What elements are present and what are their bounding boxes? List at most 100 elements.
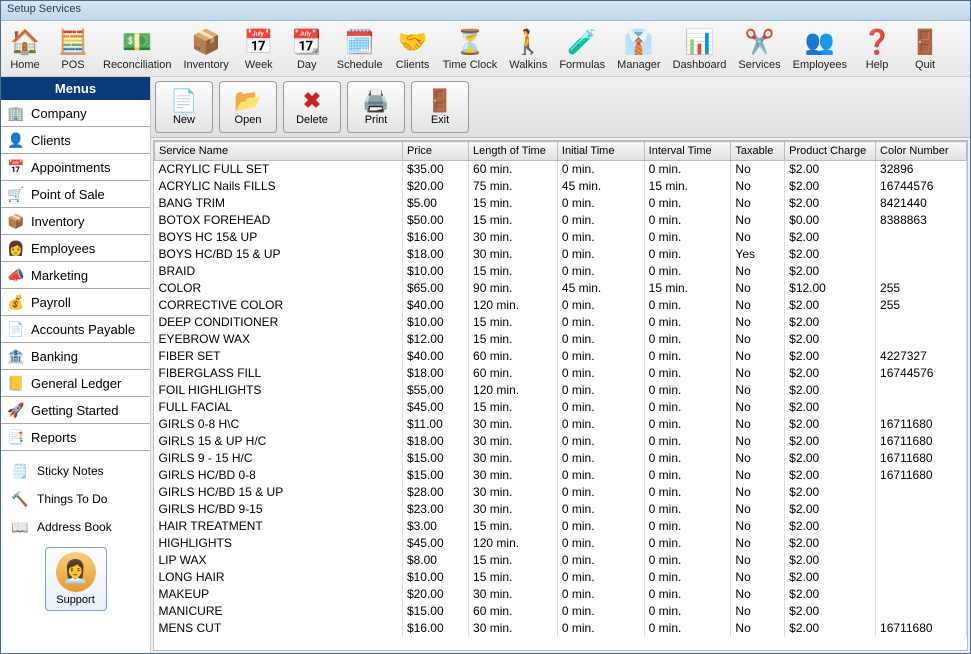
- sidebar-item-banking[interactable]: 🏦Banking: [1, 343, 150, 370]
- toolbar-dashboard[interactable]: 📊Dashboard: [667, 21, 733, 76]
- toolbar-employees[interactable]: 👥Employees: [787, 21, 853, 76]
- table-row[interactable]: BANG TRIM$5.0015 min.0 min.0 min.No$2.00…: [155, 195, 967, 212]
- reconciliation-icon: 💵: [121, 26, 153, 58]
- cell: No: [731, 569, 785, 586]
- toolbar-manager[interactable]: 👔Manager: [611, 21, 666, 76]
- toolbar-clients[interactable]: 🤝Clients: [389, 21, 437, 76]
- toolbar-formulas[interactable]: 🧪Formulas: [553, 21, 611, 76]
- toolbar-services[interactable]: ✂️Services: [732, 21, 786, 76]
- sidebar-item-marketing[interactable]: 📣Marketing: [1, 262, 150, 289]
- table-row[interactable]: CORRECTIVE COLOR$40.00120 min.0 min.0 mi…: [155, 297, 967, 314]
- sidebar-item-reports[interactable]: 📑Reports: [1, 424, 150, 451]
- cell: $50.00: [402, 212, 468, 229]
- sidebar-item-appointments[interactable]: 📅Appointments: [1, 154, 150, 181]
- new-button[interactable]: 📄New: [155, 81, 213, 133]
- cell: [876, 399, 967, 416]
- table-row[interactable]: MANICURE$15.0060 min.0 min.0 min.No$2.00: [155, 603, 967, 620]
- toolbar-help[interactable]: ❓Help: [853, 21, 901, 76]
- column-header[interactable]: Initial Time: [557, 142, 644, 161]
- table-row[interactable]: MAKEUP$20.0030 min.0 min.0 min.No$2.00: [155, 586, 967, 603]
- toolbar-timeclock[interactable]: ⏳Time Clock: [437, 21, 504, 76]
- toolbar-week[interactable]: 📅Week: [235, 21, 283, 76]
- cell: $2.00: [785, 501, 876, 518]
- cell: No: [731, 178, 785, 195]
- inventory-icon: 📦: [190, 26, 222, 58]
- table-row[interactable]: GIRLS HC/BD 9-15$23.0030 min.0 min.0 min…: [155, 501, 967, 518]
- sidebar: Menus 🏢Company👤Clients📅Appointments🛒Poin…: [1, 77, 151, 653]
- sidebar-item-general-ledger[interactable]: 📒General Ledger: [1, 370, 150, 397]
- cell: 0 min.: [557, 535, 644, 552]
- open-button[interactable]: 📂Open: [219, 81, 277, 133]
- sidebar-util-address-book[interactable]: 📖Address Book: [1, 513, 150, 541]
- table-row[interactable]: HIGHLIGHTS$45.00120 min.0 min.0 min.No$2…: [155, 535, 967, 552]
- toolbar-home[interactable]: 🏠Home: [1, 21, 49, 76]
- sidebar-item-company[interactable]: 🏢Company: [1, 100, 150, 127]
- cell: $2.00: [785, 569, 876, 586]
- table-row[interactable]: BRAID$10.0015 min.0 min.0 min.No$2.00: [155, 263, 967, 280]
- sidebar-util-things-to-do[interactable]: 🔨Things To Do: [1, 485, 150, 513]
- table-row[interactable]: MENS CUT$16.0030 min.0 min.0 min.No$2.00…: [155, 620, 967, 637]
- column-header[interactable]: Service Name: [155, 142, 403, 161]
- sidebar-util-sticky-notes[interactable]: 🗒️Sticky Notes: [1, 457, 150, 485]
- sidebar-item-clients[interactable]: 👤Clients: [1, 127, 150, 154]
- column-header[interactable]: Product Charge: [785, 142, 876, 161]
- sidebar-item-employees[interactable]: 👩Employees: [1, 235, 150, 262]
- cell: 15 min.: [469, 314, 558, 331]
- cell: GIRLS HC/BD 0-8: [155, 467, 403, 484]
- table-row[interactable]: ACRYLIC FULL SET$35.0060 min.0 min.0 min…: [155, 161, 967, 178]
- column-header[interactable]: Price: [402, 142, 468, 161]
- table-row[interactable]: EYEBROW WAX$12.0015 min.0 min.0 min.No$2…: [155, 331, 967, 348]
- column-header[interactable]: Length of Time: [469, 142, 558, 161]
- sidebar-item-accounts-payable[interactable]: 📄Accounts Payable: [1, 316, 150, 343]
- cell: 30 min.: [469, 450, 558, 467]
- toolbar-reconciliation[interactable]: 💵Reconciliation: [97, 21, 177, 76]
- table-row[interactable]: BOYS HC 15& UP$16.0030 min.0 min.0 min.N…: [155, 229, 967, 246]
- toolbar-schedule[interactable]: 🗓️Schedule: [331, 21, 389, 76]
- cell: [876, 314, 967, 331]
- table-row[interactable]: GIRLS 15 & UP H/C$18.0030 min.0 min.0 mi…: [155, 433, 967, 450]
- services-table-container[interactable]: Service NamePriceLength of TimeInitial T…: [153, 140, 968, 651]
- table-row[interactable]: FULL FACIAL$45.0015 min.0 min.0 min.No$2…: [155, 399, 967, 416]
- toolbar-inventory[interactable]: 📦Inventory: [177, 21, 234, 76]
- table-row[interactable]: FIBER SET$40.0060 min.0 min.0 min.No$2.0…: [155, 348, 967, 365]
- cell: FIBERGLASS FILL: [155, 365, 403, 382]
- column-header[interactable]: Color Number: [876, 142, 967, 161]
- table-row[interactable]: GIRLS 0-8 H\C$11.0030 min.0 min.0 min.No…: [155, 416, 967, 433]
- cell: $11.00: [402, 416, 468, 433]
- table-row[interactable]: GIRLS 9 - 15 H/C$15.0030 min.0 min.0 min…: [155, 450, 967, 467]
- cell: 15 min.: [644, 280, 731, 297]
- cell: No: [731, 416, 785, 433]
- cell: 255: [876, 297, 967, 314]
- table-row[interactable]: GIRLS HC/BD 0-8$15.0030 min.0 min.0 min.…: [155, 467, 967, 484]
- table-row[interactable]: BOYS HC/BD 15 & UP$18.0030 min.0 min.0 m…: [155, 246, 967, 263]
- table-row[interactable]: FOIL HIGHLIGHTS$55.00120 min.0 min.0 min…: [155, 382, 967, 399]
- table-row[interactable]: BOTOX FOREHEAD$50.0015 min.0 min.0 min.N…: [155, 212, 967, 229]
- cell: $2.00: [785, 433, 876, 450]
- table-row[interactable]: HAIR TREATMENT$3.0015 min.0 min.0 min.No…: [155, 518, 967, 535]
- exit-button[interactable]: 🚪Exit: [411, 81, 469, 133]
- toolbar-quit[interactable]: 🚪Quit: [901, 21, 949, 76]
- table-row[interactable]: DEEP CONDITIONER$10.0015 min.0 min.0 min…: [155, 314, 967, 331]
- banking-icon: 🏦: [7, 348, 25, 364]
- delete-button[interactable]: ✖Delete: [283, 81, 341, 133]
- cell: 0 min.: [557, 263, 644, 280]
- table-row[interactable]: ACRYLIC Nails FILLS$20.0075 min.45 min.1…: [155, 178, 967, 195]
- table-row[interactable]: GIRLS HC/BD 15 & UP$28.0030 min.0 min.0 …: [155, 484, 967, 501]
- sidebar-item-payroll[interactable]: 💰Payroll: [1, 289, 150, 316]
- toolbar-pos[interactable]: 🧮POS: [49, 21, 97, 76]
- support-button[interactable]: 👩‍💼 Support: [45, 547, 107, 611]
- column-header[interactable]: Interval Time: [644, 142, 731, 161]
- column-header[interactable]: Taxable: [731, 142, 785, 161]
- toolbar-walkins[interactable]: 🚶Walkins: [503, 21, 553, 76]
- cell: 16711680: [876, 620, 967, 637]
- table-row[interactable]: FIBERGLASS FILL$18.0060 min.0 min.0 min.…: [155, 365, 967, 382]
- table-row[interactable]: COLOR$65.0090 min.45 min.15 min.No$12.00…: [155, 280, 967, 297]
- sidebar-item-pos[interactable]: 🛒Point of Sale: [1, 181, 150, 208]
- table-row[interactable]: LIP WAX$8.0015 min.0 min.0 min.No$2.00: [155, 552, 967, 569]
- table-row[interactable]: LONG HAIR$10.0015 min.0 min.0 min.No$2.0…: [155, 569, 967, 586]
- toolbar-day[interactable]: 📆Day: [283, 21, 331, 76]
- cell: 0 min.: [557, 297, 644, 314]
- sidebar-item-inventory[interactable]: 📦Inventory: [1, 208, 150, 235]
- sidebar-item-getting-started[interactable]: 🚀Getting Started: [1, 397, 150, 424]
- print-button[interactable]: 🖨️Print: [347, 81, 405, 133]
